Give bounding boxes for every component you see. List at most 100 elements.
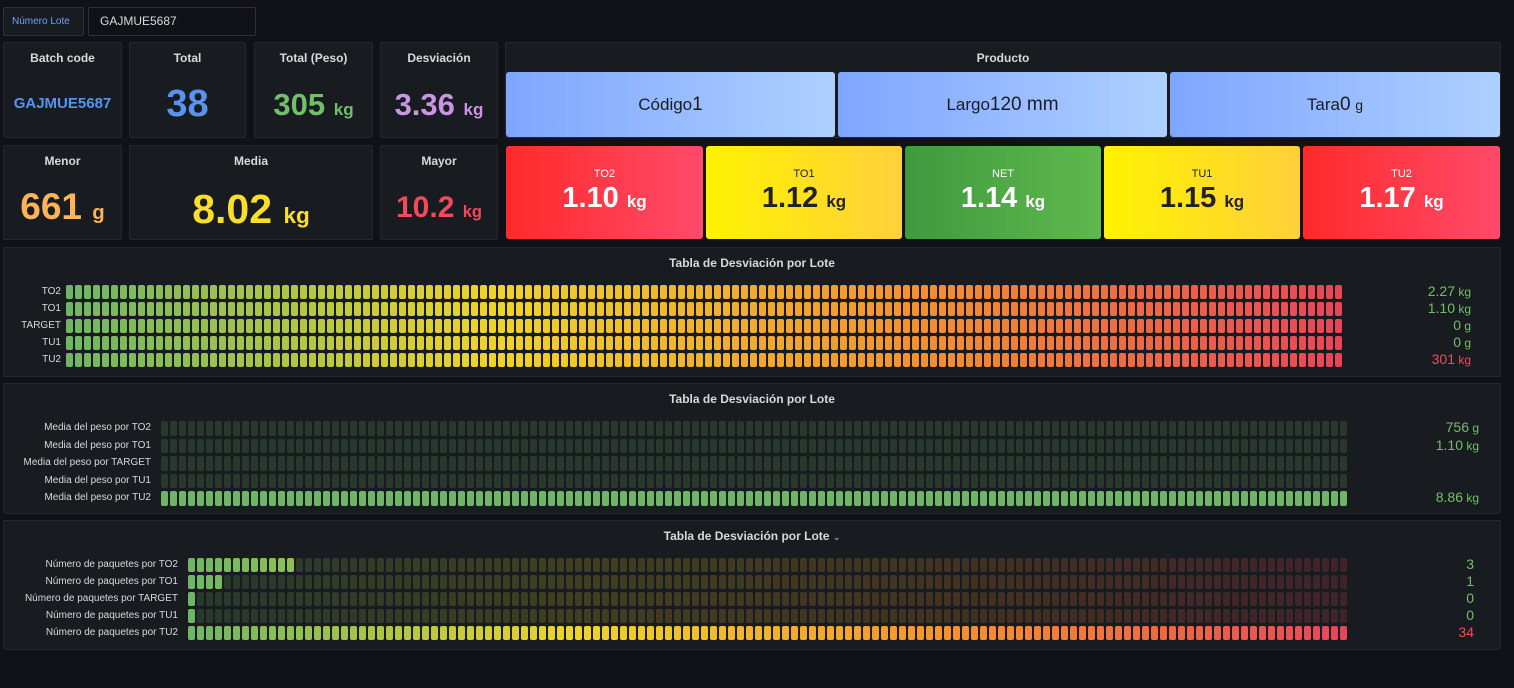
gauge-cell	[678, 285, 685, 299]
gauge-cell	[791, 626, 798, 640]
gauge-cell	[620, 421, 627, 436]
gauge-cell	[1245, 285, 1252, 299]
gauge-cell	[309, 336, 316, 350]
gauge-cell	[138, 336, 145, 350]
gauge-cell	[233, 491, 240, 506]
gauge-cell	[1272, 285, 1279, 299]
gauge-cell	[552, 319, 559, 333]
gauge-cell	[1025, 491, 1032, 506]
gauge-cell	[935, 575, 942, 589]
gauge-cell	[1137, 353, 1144, 367]
gauge-cell	[1340, 575, 1347, 589]
chevron-down-icon[interactable]: ⌄	[833, 532, 841, 542]
gauge-cell	[273, 285, 280, 299]
gauge-cell	[1151, 558, 1158, 572]
gauge-cell	[1043, 592, 1050, 606]
gauge-cell	[327, 353, 334, 367]
gauge-cell	[282, 302, 289, 316]
gauge-cell	[894, 353, 901, 367]
gauge-cell	[858, 319, 865, 333]
gauge-cell	[1182, 285, 1189, 299]
paquetes-table-panel[interactable]: Tabla de Desviación por Lote ⌄ Número de…	[3, 520, 1501, 650]
gauge-cell	[638, 609, 645, 623]
gauge-cell	[1169, 592, 1176, 606]
gauge-cell	[156, 285, 163, 299]
gauge-cell	[233, 421, 240, 436]
gauge-cell	[413, 438, 420, 453]
gauge-cell	[980, 592, 987, 606]
gauge-cell	[755, 626, 762, 640]
gauge-cell	[512, 421, 519, 436]
gauge-cell	[876, 319, 883, 333]
gauge-cell	[345, 319, 352, 333]
gauge-cell	[1191, 353, 1198, 367]
gauge-cell	[368, 491, 375, 506]
gauge-cell	[894, 302, 901, 316]
gauge-cell	[314, 421, 321, 436]
gauge-cell	[314, 592, 321, 606]
gauge-cell	[1182, 336, 1189, 350]
gauge-cell	[494, 421, 501, 436]
gauge-cell	[593, 592, 600, 606]
gauge-cell	[966, 353, 973, 367]
gauge-cell	[989, 491, 996, 506]
gauge-cell	[570, 353, 577, 367]
gauge-cell	[840, 353, 847, 367]
gauge-cell	[359, 421, 366, 436]
gauge-cell	[530, 609, 537, 623]
gauge-cell	[251, 592, 258, 606]
gauge-cell	[138, 285, 145, 299]
gauge-cell	[588, 353, 595, 367]
gauge-cell	[341, 626, 348, 640]
gauge-cell	[1317, 336, 1324, 350]
gauge-cell	[386, 575, 393, 589]
numero-lote-input[interactable]: GAJMUE5687	[88, 7, 256, 36]
gauge-cell	[1331, 421, 1338, 436]
gauge-cell	[1331, 592, 1338, 606]
gauge-cell	[102, 302, 109, 316]
gauge-cell	[431, 473, 438, 488]
gauge-cell	[251, 438, 258, 453]
gauge-cell	[278, 438, 285, 453]
gauge-cell	[390, 302, 397, 316]
gauge-cell	[242, 592, 249, 606]
gauge-cell	[602, 592, 609, 606]
gauge-cell	[1340, 456, 1347, 471]
gauge-cell	[863, 592, 870, 606]
gauge-cell	[1047, 285, 1054, 299]
gauge-cell	[260, 626, 267, 640]
gauge-cell	[1169, 438, 1176, 453]
gauge-cell	[372, 319, 379, 333]
gauge-cell	[336, 336, 343, 350]
gauge-cell	[494, 456, 501, 471]
gauge-cell	[219, 302, 226, 316]
gauge-cell	[1259, 592, 1266, 606]
gauge-cell	[620, 626, 627, 640]
gauge-cell	[1164, 336, 1171, 350]
gauge-cell	[863, 575, 870, 589]
gauge-cell	[458, 575, 465, 589]
gauge-cell	[498, 285, 505, 299]
gauge-cell	[1007, 491, 1014, 506]
gauge-cell	[719, 558, 726, 572]
gauge-cell	[548, 473, 555, 488]
gauge-cell	[1214, 575, 1221, 589]
gauge-cell	[399, 353, 406, 367]
gauge-cell	[660, 319, 667, 333]
gauge-cell	[269, 626, 276, 640]
gauge-cell	[156, 302, 163, 316]
gauge-cell	[332, 421, 339, 436]
gauge-cell	[701, 456, 708, 471]
gauge-cell	[1052, 491, 1059, 506]
gauge-cell	[656, 438, 663, 453]
panel-title[interactable]: Tabla de Desviación por Lote ⌄	[4, 529, 1500, 543]
gauge-cell	[953, 558, 960, 572]
gauge-cell	[953, 609, 960, 623]
gauge-cell	[1142, 491, 1149, 506]
gauge-cell	[795, 319, 802, 333]
gauge-cell	[426, 336, 433, 350]
gauge-cell	[1106, 575, 1113, 589]
gauge-cell	[579, 353, 586, 367]
gauge-cell	[1196, 575, 1203, 589]
gauge-cell	[368, 473, 375, 488]
